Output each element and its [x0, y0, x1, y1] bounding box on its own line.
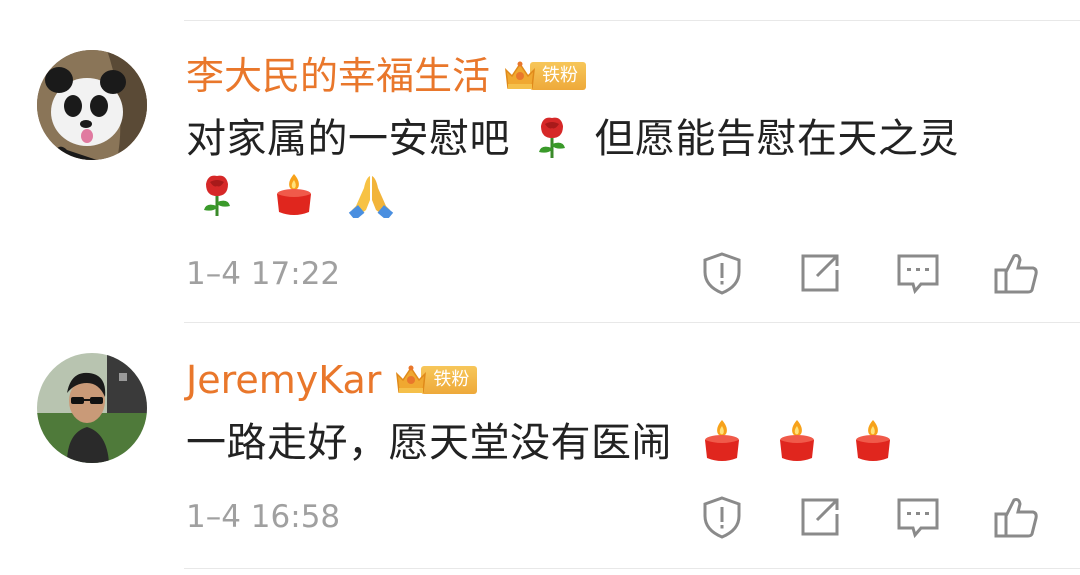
divider [184, 322, 1080, 323]
comment-text-part: 但愿能告慰在天之灵 [594, 116, 959, 162]
username-row: JeremyKar 铁粉 [186, 355, 478, 405]
folded-hands-emoji [349, 176, 394, 218]
like-icon[interactable] [993, 494, 1039, 540]
candle-emoji [780, 420, 815, 461]
comment-text: 对家属的一安慰吧 但愿能告慰在天之灵 [186, 110, 1026, 226]
share-icon[interactable] [797, 494, 843, 540]
comment-text-part: 对家属的一安慰吧 [186, 116, 510, 162]
reply-icon[interactable] [895, 494, 941, 540]
report-icon[interactable] [699, 250, 745, 296]
fan-badge-label: 铁粉 [530, 62, 587, 90]
crown-icon [396, 365, 427, 393]
divider [184, 20, 1080, 21]
candle-emoji [705, 420, 740, 461]
rose-emoji [539, 117, 566, 158]
username[interactable]: 李大民的幸福生活 [186, 51, 490, 101]
comment-text-part: 一路走好，愿天堂没有医闹 [186, 420, 672, 466]
comment-actions [696, 248, 1046, 298]
comment-timestamp: 1–4 17:22 [186, 256, 341, 292]
comment-text: 一路走好，愿天堂没有医闹 [186, 414, 1026, 472]
divider [184, 568, 1080, 569]
avatar[interactable] [37, 50, 147, 160]
report-icon[interactable] [699, 494, 745, 540]
fan-badge[interactable]: 铁粉 [502, 56, 587, 96]
fan-badge-label: 铁粉 [421, 366, 478, 394]
crown-icon [505, 61, 535, 89]
comment-list: 李大民的幸福生活 铁粉 对家属的一安慰吧 但愿能告慰在天之灵 1–4 17:22… [0, 0, 1080, 575]
rose-emoji [204, 175, 230, 216]
like-icon[interactable] [993, 250, 1039, 296]
comment-actions [696, 492, 1046, 542]
share-icon[interactable] [797, 250, 843, 296]
comment-timestamp: 1–4 16:58 [186, 499, 341, 535]
candle-emoji [277, 174, 312, 215]
username-row: 李大民的幸福生活 铁粉 [186, 51, 587, 101]
avatar[interactable] [37, 353, 147, 463]
fan-badge[interactable]: 铁粉 [393, 360, 478, 400]
candle-emoji [855, 420, 890, 461]
reply-icon[interactable] [895, 250, 941, 296]
username[interactable]: JeremyKar [186, 355, 381, 405]
